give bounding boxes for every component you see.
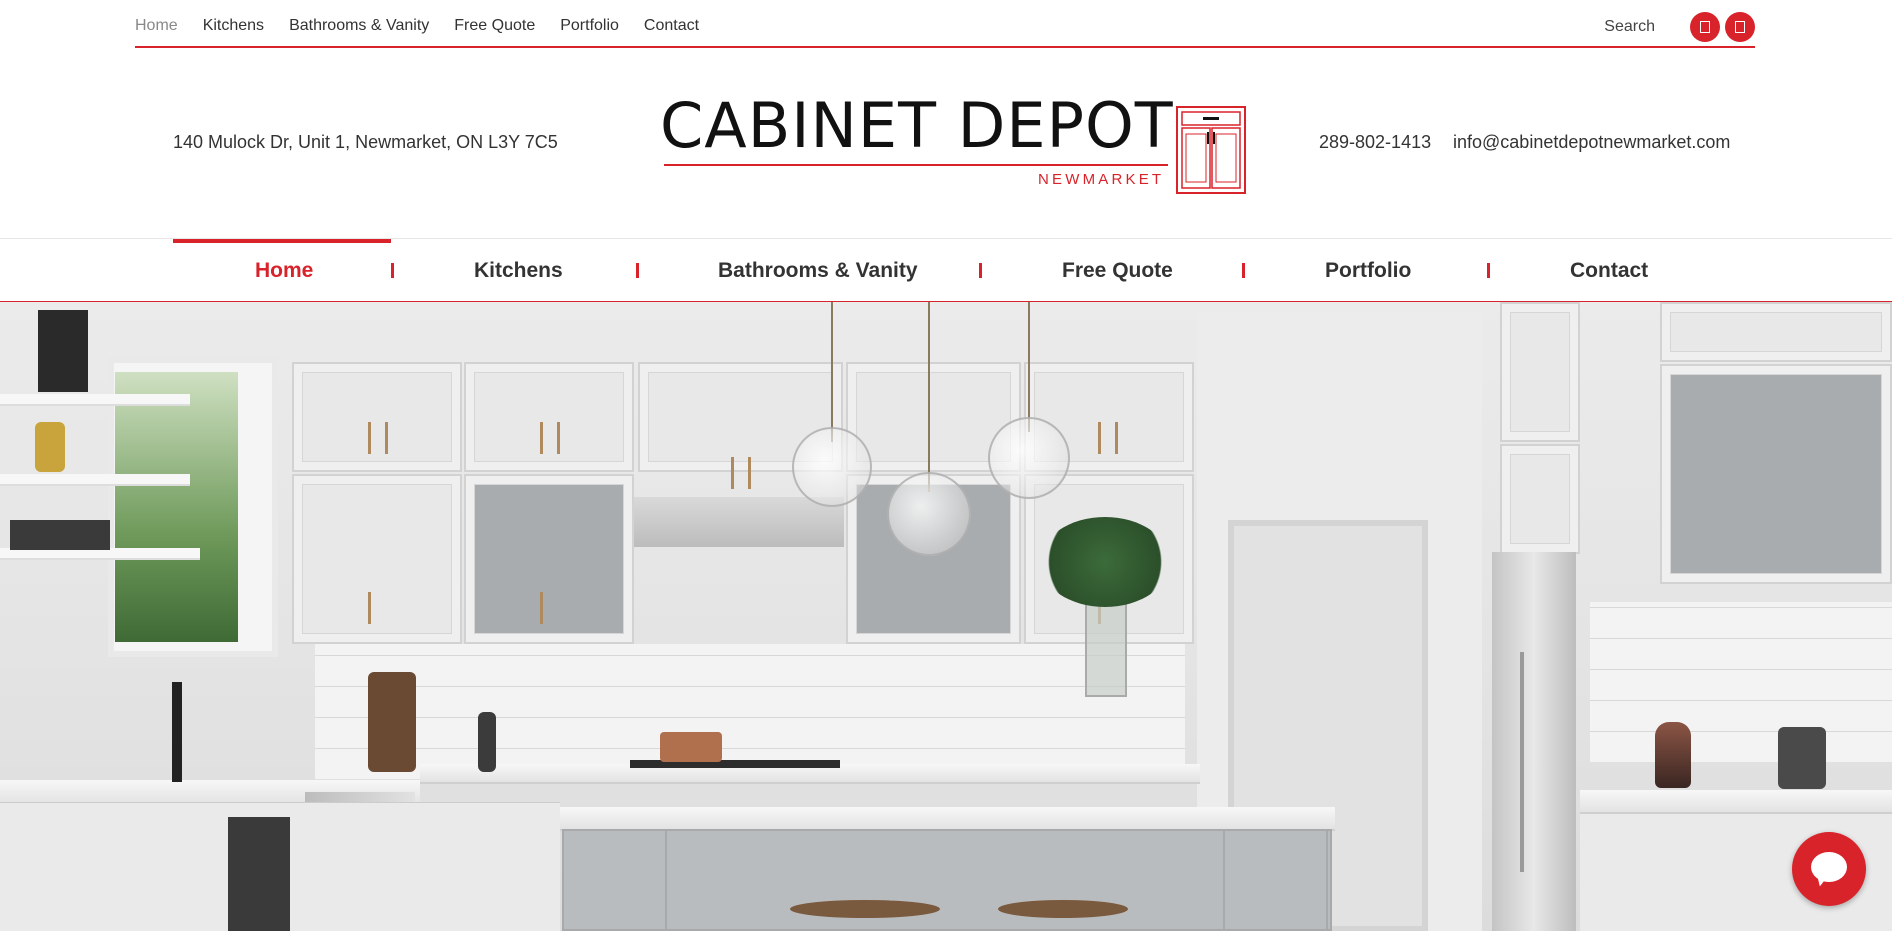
- facebook-icon[interactable]: [1690, 12, 1720, 42]
- top-nav-bathrooms-vanity[interactable]: Bathrooms & Vanity: [289, 17, 429, 35]
- nav-separator: [1242, 263, 1245, 278]
- top-nav-home[interactable]: Home: [135, 17, 178, 35]
- main-nav-home[interactable]: Home: [255, 259, 313, 283]
- main-nav-bathrooms-vanity[interactable]: Bathrooms & Vanity: [718, 259, 918, 283]
- logo-subtitle: NEWMARKET: [1038, 171, 1165, 188]
- top-nav-kitchens[interactable]: Kitchens: [203, 17, 264, 35]
- search-link[interactable]: Search: [1604, 18, 1655, 36]
- nav-separator: [1487, 263, 1490, 278]
- store-address: 140 Mulock Dr, Unit 1, Newmarket, ON L3Y…: [173, 132, 558, 152]
- phone-number[interactable]: 289-802-1413: [1319, 132, 1431, 153]
- nav-separator: [979, 263, 982, 278]
- cabinet-logo-icon: [1176, 106, 1246, 194]
- top-nav: Home Kitchens Bathrooms & Vanity Free Qu…: [135, 17, 699, 35]
- main-nav-free-quote[interactable]: Free Quote: [1062, 259, 1173, 283]
- main-nav-kitchens[interactable]: Kitchens: [474, 259, 563, 283]
- top-right-tools: Search: [1604, 12, 1755, 42]
- top-nav-free-quote[interactable]: Free Quote: [454, 17, 535, 35]
- nav-separator: [636, 263, 639, 278]
- chat-button[interactable]: [1792, 832, 1866, 906]
- instagram-icon[interactable]: [1725, 12, 1755, 42]
- site-logo[interactable]: CABINET DEPOT NEWMARKET: [658, 95, 1250, 198]
- main-nav-portfolio[interactable]: Portfolio: [1325, 259, 1411, 283]
- main-nav-contact[interactable]: Contact: [1570, 259, 1648, 283]
- top-utility-bar: Home Kitchens Bathrooms & Vanity Free Qu…: [135, 0, 1755, 48]
- chat-bubble-tail: [1812, 872, 1828, 888]
- nav-separator: [391, 263, 394, 278]
- hero-kitchen-image: [0, 302, 1892, 931]
- main-nav: Home Kitchens Bathrooms & Vanity Free Qu…: [0, 238, 1892, 302]
- logo-title: CABINET DEPOT: [660, 89, 1174, 162]
- email-address[interactable]: info@cabinetdepotnewmarket.com: [1453, 132, 1730, 153]
- logo-underline: [664, 164, 1168, 166]
- top-nav-portfolio[interactable]: Portfolio: [560, 17, 619, 35]
- active-indicator: [173, 239, 391, 243]
- top-nav-contact[interactable]: Contact: [644, 17, 699, 35]
